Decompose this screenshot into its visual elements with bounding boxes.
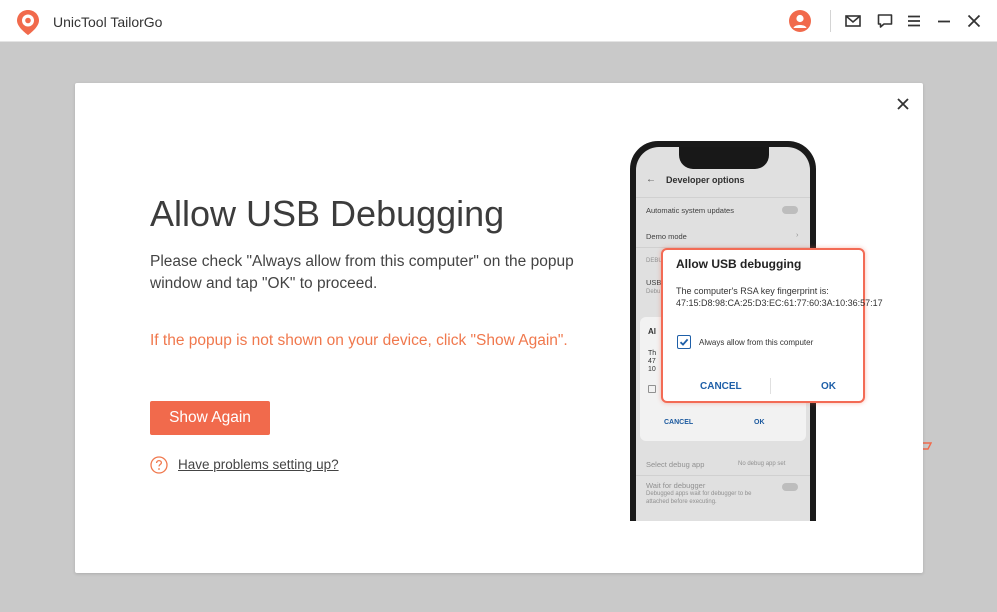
close-window-icon[interactable] bbox=[962, 9, 986, 33]
page-title: Allow USB Debugging bbox=[150, 193, 505, 234]
titlebar-separator bbox=[830, 10, 831, 32]
popup-cancel-button[interactable]: CANCEL bbox=[700, 381, 742, 392]
feedback-icon[interactable] bbox=[873, 9, 897, 33]
mail-icon[interactable] bbox=[841, 9, 865, 33]
instruction-text: Please check "Always allow from this com… bbox=[150, 253, 574, 292]
show-again-button[interactable]: Show Again bbox=[150, 401, 270, 435]
popup-ok-button[interactable]: OK bbox=[821, 381, 836, 392]
menu-icon[interactable] bbox=[902, 9, 926, 33]
minimize-icon[interactable] bbox=[932, 9, 956, 33]
popup-button-divider bbox=[770, 378, 771, 394]
checkmark-icon bbox=[679, 338, 689, 346]
always-allow-label: Always allow from this computer bbox=[699, 338, 814, 347]
usb-debugging-popup: Allow USB debugging The computer's RSA k… bbox=[661, 248, 883, 403]
warning-text: If the popup is not shown on your device… bbox=[150, 332, 568, 349]
app-logo-icon bbox=[17, 10, 39, 35]
help-link[interactable]: Have problems setting up? bbox=[178, 457, 339, 472]
popup-fingerprint-text: The computer's RSA key fingerprint is: 4… bbox=[676, 286, 883, 308]
always-allow-checkbox[interactable] bbox=[677, 335, 691, 349]
modal-close-icon[interactable] bbox=[893, 94, 913, 114]
usb-debugging-modal: Allow USB Debugging Please check "Always… bbox=[75, 83, 923, 573]
account-icon[interactable] bbox=[788, 9, 812, 33]
help-icon bbox=[150, 456, 168, 474]
title-bar: UnicTool TailorGo bbox=[0, 0, 997, 42]
popup-title: Allow USB debugging bbox=[676, 257, 802, 271]
app-title: UnicTool TailorGo bbox=[53, 14, 163, 30]
